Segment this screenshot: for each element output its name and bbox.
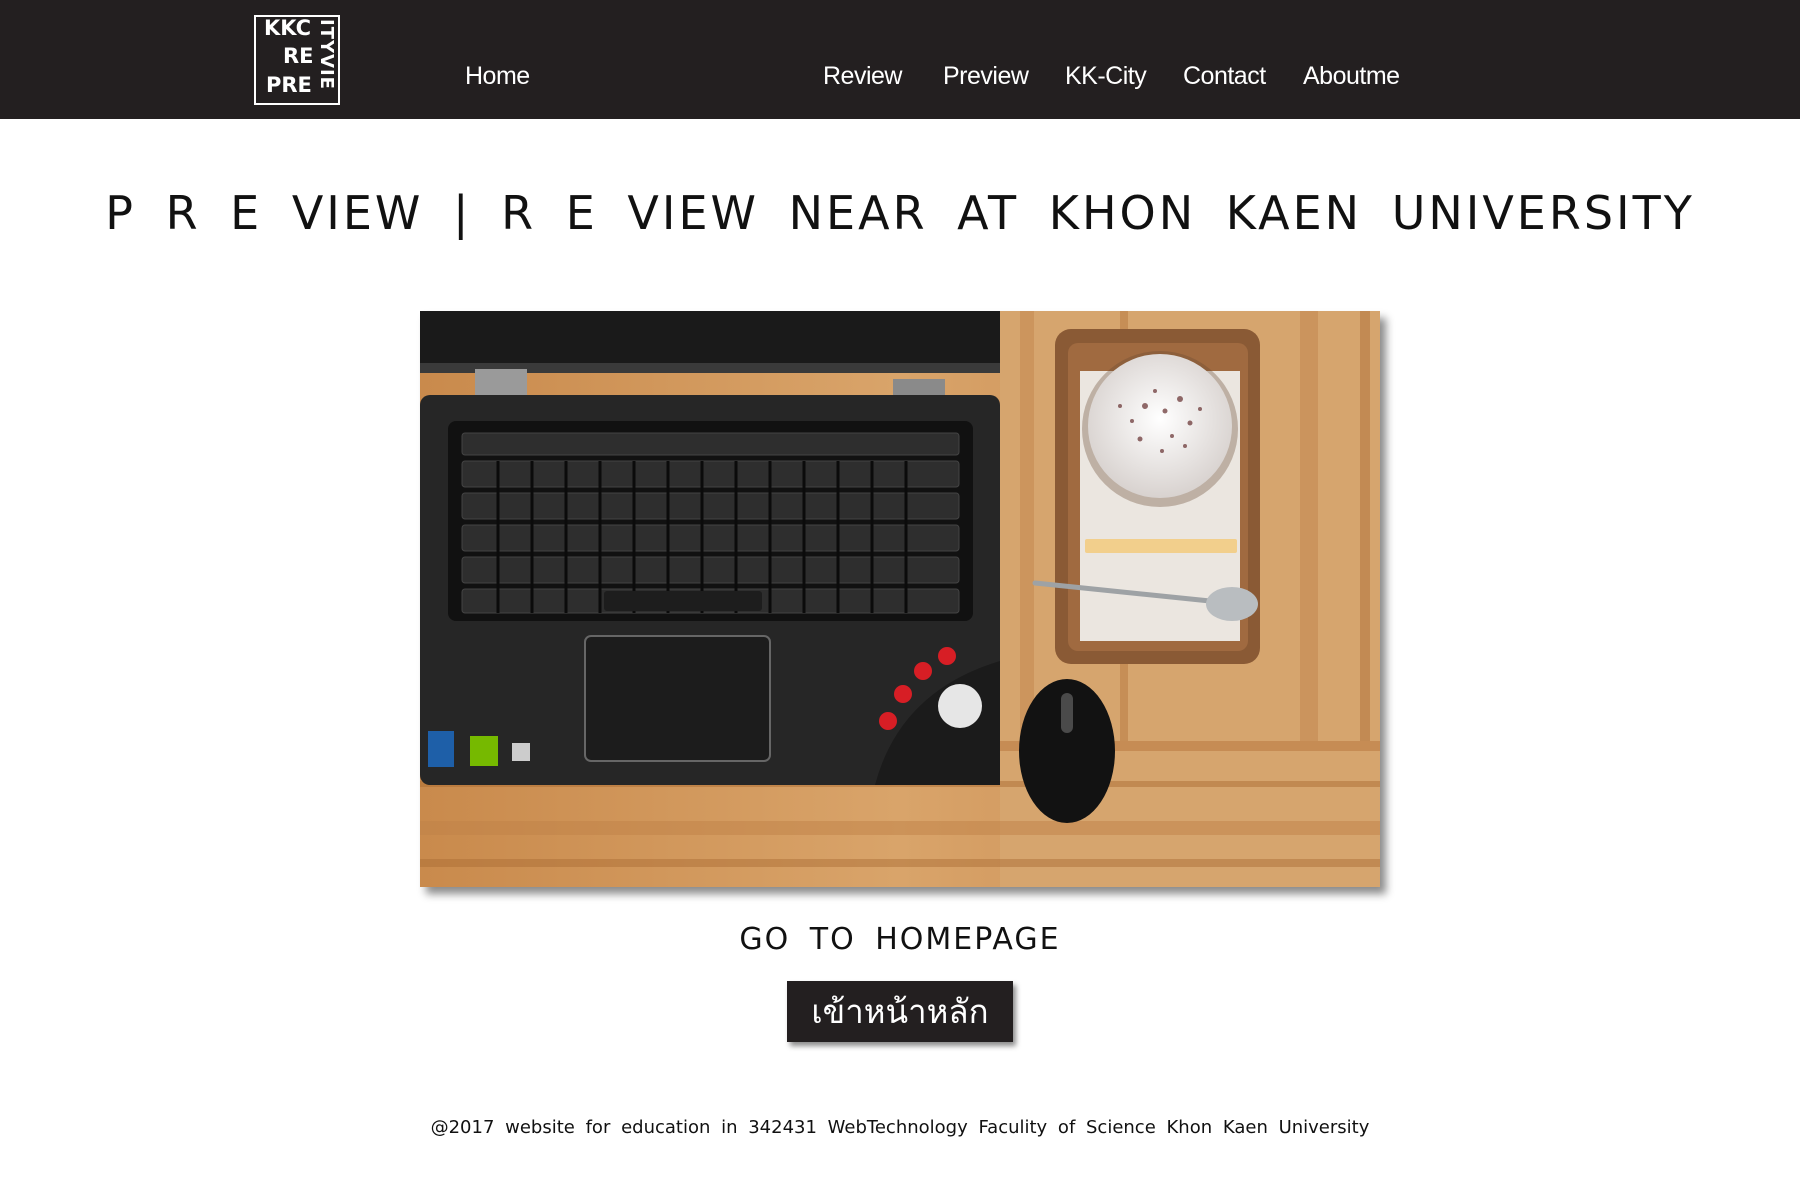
hero-photo (420, 311, 1380, 887)
goto-homepage-label: GO TO HOMEPAGE (739, 922, 1061, 957)
logo-vertical-text: ITYVIE (316, 19, 337, 90)
nav-link-review[interactable]: Review (823, 62, 902, 91)
page-title: P R E VIEW | R E VIEW NEAR AT KHON KAEN … (105, 186, 1695, 240)
nav-link-home[interactable]: Home (465, 62, 530, 91)
logo-line-1: KKC (264, 16, 312, 40)
nav-link-aboutme[interactable]: Aboutme (1303, 62, 1400, 91)
logo-line-2: RE (283, 44, 314, 68)
footer-text: @2017 website for education in 342431 We… (430, 1117, 1370, 1138)
logo-line-3: PRE (266, 73, 312, 97)
site-logo[interactable]: KKC RE PRE ITYVIE (254, 15, 340, 105)
top-navigation-bar: KKC RE PRE ITYVIE Home Review Preview KK… (0, 0, 1800, 119)
nav-link-preview[interactable]: Preview (943, 62, 1029, 91)
nav-link-kk-city[interactable]: KK-City (1065, 62, 1147, 91)
enter-homepage-button[interactable]: เข้าหน้าหลัก (787, 981, 1013, 1042)
nav-link-contact[interactable]: Contact (1183, 62, 1266, 91)
